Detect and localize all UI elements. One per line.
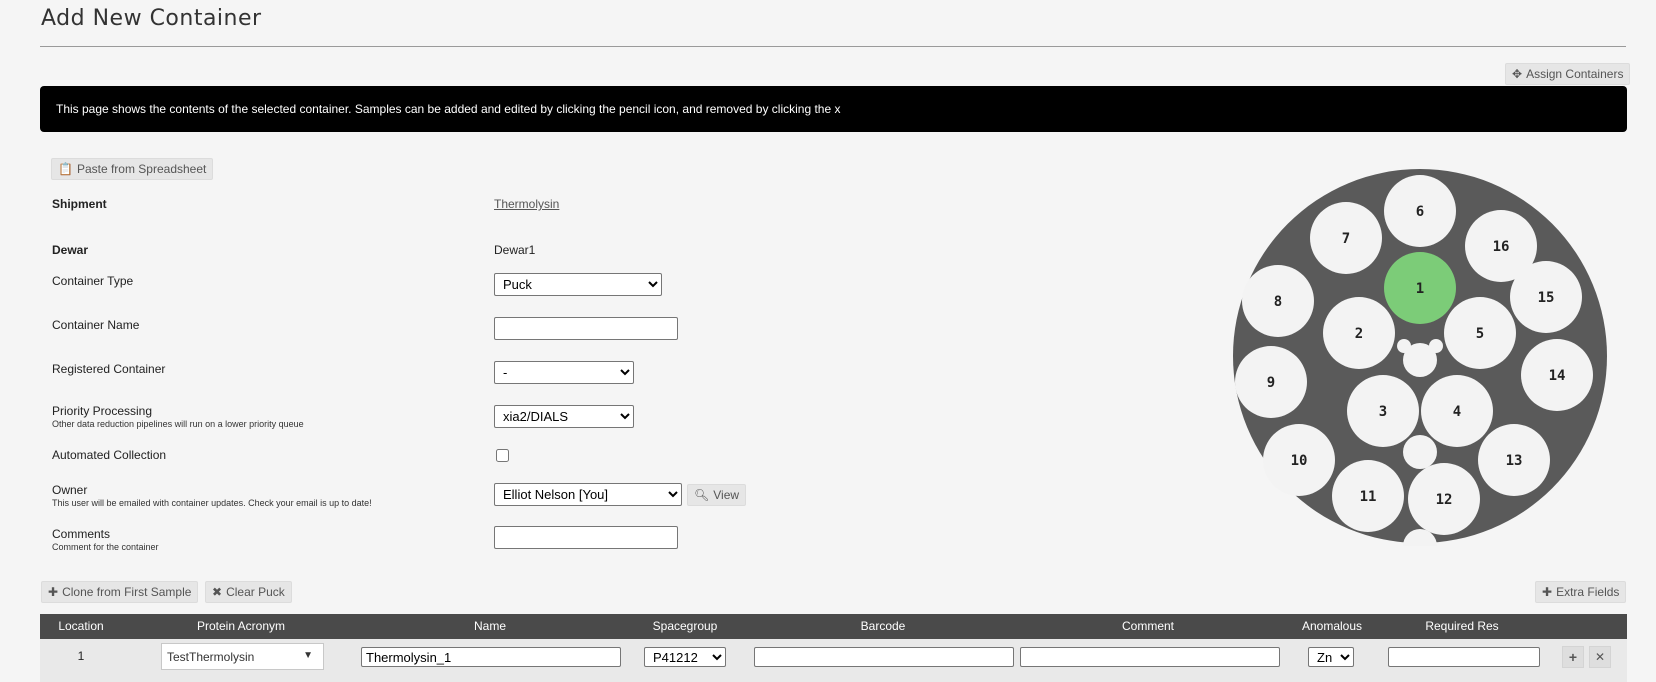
comments-label: Comments Comment for the container	[52, 527, 159, 552]
protein-acronym-select[interactable]: TestThermolysin ▼	[161, 643, 324, 670]
shipment-link[interactable]: Thermolysin	[494, 197, 559, 211]
puck-position-label: 10	[1291, 453, 1308, 469]
container-type-select[interactable]: Puck	[494, 273, 662, 296]
container-type-label: Container Type	[52, 274, 134, 288]
samples-table-header: Location Protein Acronym Name Spacegroup…	[40, 614, 1627, 639]
puck-center-hole	[1403, 435, 1437, 469]
header-comment: Comment	[1121, 619, 1175, 633]
puck-diagram: 123 4567891011 1213141516	[1233, 169, 1607, 546]
clone-first-sample-button[interactable]: ✚ Clone from First Sample	[41, 581, 199, 603]
priority-processing-label: Priority Processing Other data reduction…	[52, 404, 304, 429]
dewar-label: Dewar	[52, 243, 89, 257]
priority-processing-select[interactable]: xia2/DIALS	[494, 405, 634, 428]
barcode-input[interactable]	[754, 647, 1014, 667]
puck-position-label: 5	[1476, 326, 1484, 342]
paste-icon: 📋	[58, 162, 73, 176]
registered-container-select[interactable]: -	[494, 361, 634, 384]
shipment-label: Shipment	[52, 197, 107, 211]
close-icon: ✕	[1594, 650, 1606, 664]
dewar-value: Dewar1	[494, 243, 536, 257]
title-divider	[40, 46, 1626, 47]
view-owner-button[interactable]: 🔍︎ View	[687, 484, 747, 506]
container-name-input[interactable]	[494, 317, 678, 340]
assign-containers-button[interactable]: ✥ Assign Containers	[1505, 63, 1631, 85]
puck-position-label: 8	[1274, 294, 1282, 310]
puck-position-label: 15	[1538, 290, 1555, 306]
header-anomalous: Anomalous	[1301, 619, 1363, 633]
header-protein-acronym: Protein Acronym	[196, 619, 286, 633]
header-location: Location	[58, 619, 104, 633]
comment-input[interactable]	[1020, 647, 1280, 667]
priority-processing-help: Other data reduction pipelines will run …	[52, 419, 304, 429]
header-barcode: Barcode	[860, 619, 906, 633]
info-banner: This page shows the contents of the sele…	[40, 86, 1627, 132]
registered-container-label: Registered Container	[52, 362, 166, 376]
plus-icon: ✚	[48, 585, 59, 599]
puck-position-label: 14	[1549, 368, 1566, 384]
puck-position-label: 2	[1355, 326, 1363, 342]
sample-name-input[interactable]	[361, 647, 621, 667]
automated-collection-checkbox[interactable]	[496, 449, 509, 462]
owner-help: This user will be emailed with container…	[52, 498, 372, 508]
owner-select[interactable]: Elliot Nelson [You]	[494, 483, 682, 506]
header-spacegroup: Spacegroup	[652, 619, 718, 633]
comments-input[interactable]	[494, 526, 678, 549]
puck-position-label: 16	[1493, 239, 1510, 255]
puck-position-label: 1	[1416, 281, 1424, 297]
header-required-res: Required Res	[1425, 619, 1499, 633]
chevron-down-icon: ▼	[303, 650, 313, 661]
puck-position-label: 9	[1267, 375, 1275, 391]
puck-position-label: 13	[1506, 453, 1523, 469]
automated-collection-label: Automated Collection	[52, 448, 167, 462]
puck-position-label: 4	[1453, 404, 1461, 420]
puck-position-label: 7	[1342, 231, 1350, 247]
spacegroup-select[interactable]: P41212	[644, 647, 726, 667]
table-row: 1 TestThermolysin ▼ P41212 Zn + ✕	[40, 639, 1627, 682]
required-res-input[interactable]	[1388, 647, 1540, 667]
header-name: Name	[473, 619, 507, 633]
owner-label: Owner This user will be emailed with con…	[52, 483, 372, 508]
extra-fields-button[interactable]: ✚ Extra Fields	[1535, 581, 1627, 603]
plus-icon: +	[1568, 649, 1578, 665]
puck-position-label: 11	[1360, 489, 1377, 505]
paste-from-spreadsheet-button[interactable]: 📋 Paste from Spreadsheet	[51, 158, 214, 180]
puck-position-label: 6	[1416, 204, 1424, 220]
plus-icon: ✚	[1542, 585, 1553, 599]
row-location: 1	[77, 649, 85, 663]
puck-position-label: 3	[1379, 404, 1387, 420]
anomalous-select[interactable]: Zn	[1308, 647, 1354, 667]
comments-help: Comment for the container	[52, 542, 159, 552]
puck-position-label: 12	[1436, 492, 1453, 508]
add-sample-button[interactable]: +	[1562, 646, 1584, 668]
close-icon: ✖	[212, 585, 223, 599]
clear-puck-button[interactable]: ✖ Clear Puck	[205, 581, 292, 603]
container-name-label: Container Name	[52, 318, 140, 332]
page-title: Add New Container	[41, 6, 262, 31]
remove-sample-button[interactable]: ✕	[1589, 646, 1611, 668]
search-icon: 🔍︎	[694, 488, 710, 502]
move-arrows-icon: ✥	[1512, 67, 1523, 81]
